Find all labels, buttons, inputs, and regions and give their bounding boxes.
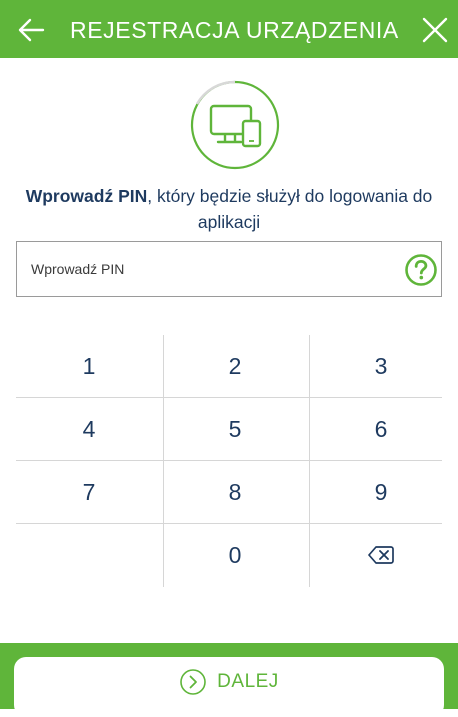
close-button[interactable]	[418, 13, 452, 47]
page-title: REJESTRACJA URZĄDZENIA	[70, 17, 399, 43]
pin-instruction-emphasis: Wprowadź PIN	[25, 186, 148, 206]
backspace-key[interactable]	[310, 524, 452, 586]
key-0[interactable]: 0	[164, 524, 306, 586]
app-header: REJESTRACJA URZĄDZENIA	[0, 0, 458, 58]
key-9[interactable]: 9	[310, 461, 452, 523]
key-empty	[18, 524, 160, 586]
numeric-keypad: 1 2 3 4 5 6 7 8 9 0	[16, 335, 442, 587]
arrow-left-icon	[18, 18, 45, 42]
key-8[interactable]: 8	[164, 461, 306, 523]
next-button[interactable]: DALEJ	[14, 657, 444, 717]
pin-instruction-text: , który będzie służył do logowania do ap…	[147, 186, 433, 232]
pin-field	[16, 241, 442, 297]
question-mark-icon	[405, 254, 437, 286]
close-icon	[422, 17, 448, 43]
key-7[interactable]: 7	[18, 461, 160, 523]
key-4[interactable]: 4	[18, 398, 160, 460]
desktop-and-phone-icon	[190, 80, 280, 170]
next-button-label: DALEJ	[217, 671, 279, 692]
pin-input[interactable]	[31, 256, 371, 282]
key-3[interactable]: 3	[310, 335, 452, 397]
backspace-icon	[368, 546, 394, 564]
key-5[interactable]: 5	[164, 398, 306, 460]
back-button[interactable]	[14, 13, 48, 47]
help-button[interactable]	[404, 253, 438, 287]
pin-instruction: Wprowadź PIN, który będzie służył do log…	[8, 183, 450, 235]
key-2[interactable]: 2	[164, 335, 306, 397]
key-1[interactable]: 1	[18, 335, 160, 397]
key-6[interactable]: 6	[310, 398, 452, 460]
chevron-right-circle-icon	[180, 669, 206, 695]
